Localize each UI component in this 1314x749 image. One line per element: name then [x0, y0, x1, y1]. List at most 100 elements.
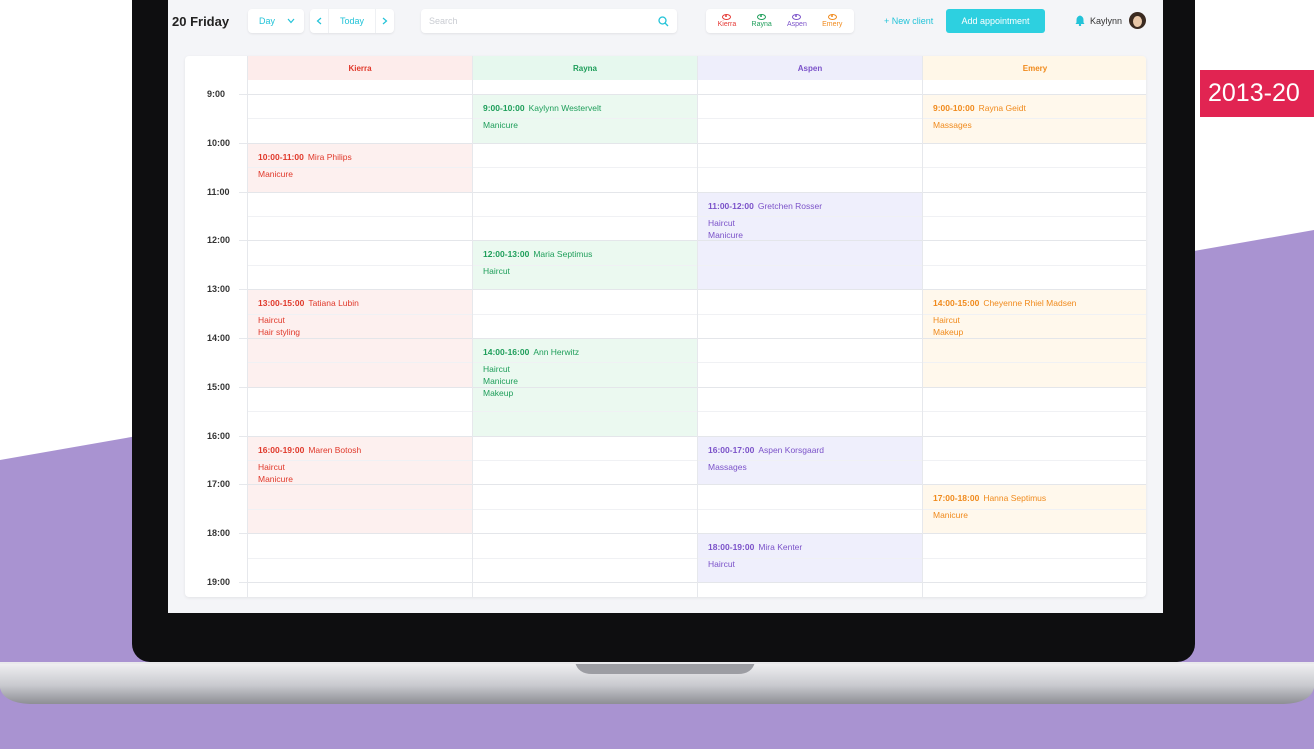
time-tick [239, 191, 247, 193]
half-hour-gridline [248, 362, 472, 364]
half-hour-gridline [248, 460, 472, 461]
appointment-client: Maria Septimus [533, 249, 593, 260]
today-button[interactable]: Today [328, 9, 376, 33]
appointment-title: 10:00-11:00 Mira Philips [258, 151, 472, 163]
time-tick [239, 386, 247, 388]
half-hour-gridline [698, 508, 922, 510]
appointment-client: Cheyenne Rhiel Madsen [983, 298, 1077, 309]
filter-aspen[interactable]: Aspen [787, 13, 807, 29]
search-placeholder: Search [429, 16, 458, 26]
appointment-service: Manicure [258, 473, 293, 484]
half-hour-gridline [698, 362, 922, 364]
appointment-services: Haircut Manicure [708, 217, 922, 241]
laptop-base [0, 662, 1314, 704]
add-appointment-button[interactable]: Add appointment [946, 9, 1045, 33]
hour-gridline [248, 191, 472, 193]
appointment-time: 14:00-16:00 [483, 347, 530, 357]
bell-icon[interactable] [1075, 15, 1085, 26]
appointment-services: Massages [708, 461, 922, 473]
avatar[interactable] [1129, 12, 1146, 29]
appointment-client: Tatiana Lubin [308, 298, 359, 309]
staff-column-kierra[interactable]: Kierra 10:00-11:00 Mira Philips Manicure 13:… [247, 56, 472, 597]
time-column: 9:00 10:00 11:00 12:00 13:00 14:00 15:00 16:00 1… [185, 56, 247, 597]
hour-gridline [698, 240, 922, 242]
half-hour-gridline [473, 460, 697, 461]
hour-gridline [923, 533, 1146, 535]
hour-gridline [698, 142, 922, 144]
appointment-title: 13:00-15:00 Tatiana Lubin [258, 297, 472, 309]
half-hour-gridline [473, 411, 697, 413]
appointment-time: 13:00-15:00 [258, 298, 305, 309]
hour-gridline [473, 386, 697, 388]
hour-gridline [473, 289, 697, 291]
half-hour-gridline [698, 557, 922, 559]
appointment-client: Maren Botosh [308, 444, 362, 455]
staff-column-header: Rayna [473, 56, 697, 80]
staff-column-aspen[interactable]: Aspen 11:00-12:00 Gretchen Rosser Haircut Ma… [697, 56, 922, 597]
appointment-client: Kaylynn Westervelt [528, 103, 602, 113]
filter-rayna[interactable]: Rayna [752, 13, 772, 29]
half-hour-gridline [248, 216, 472, 217]
hour-gridline [698, 386, 922, 388]
time-label: 19:00 [207, 577, 231, 587]
next-day-button[interactable] [376, 9, 394, 33]
appointment-title: 16:00-19:00 Maren Botosh [258, 444, 472, 456]
appointment-services: Haircut Makeup [933, 314, 1146, 338]
staff-column-emery[interactable]: Emery 9:00-10:00 Rayna Geidt Massages 14:00-… [922, 56, 1146, 597]
half-hour-gridline [698, 118, 922, 120]
hour-gridline [923, 484, 1146, 486]
half-hour-gridline [473, 216, 697, 217]
hour-gridline [248, 289, 472, 291]
half-hour-gridline [473, 118, 697, 120]
hour-gridline [698, 94, 922, 95]
appointment-service: Massages [708, 461, 747, 472]
half-hour-gridline [248, 264, 472, 266]
appointment-service: Manicure [933, 510, 968, 521]
half-hour-gridline [923, 216, 1146, 217]
prev-day-button[interactable] [310, 9, 328, 33]
half-hour-gridline [698, 460, 922, 461]
appointment-title: 14:00-15:00 Cheyenne Rhiel Madsen [933, 297, 1146, 309]
time-label: 18:00 [207, 528, 231, 539]
search-input[interactable]: Search [421, 9, 677, 33]
time-label: 14:00 [207, 333, 231, 343]
appointment-service: Haircut [933, 315, 960, 326]
filter-emery[interactable]: Emery [822, 13, 842, 29]
time-label: 13:00 [207, 284, 231, 295]
chevron-left-icon [316, 17, 322, 25]
half-hour-gridline [698, 264, 922, 266]
user-name[interactable]: Kaylynn [1090, 16, 1122, 26]
staff-column-header: Emery [923, 56, 1146, 80]
appointment-service: Hair styling [258, 327, 301, 338]
half-hour-gridline [248, 167, 472, 169]
half-hour-gridline [923, 460, 1146, 461]
appointment-client: Aspen Korsgaard [758, 444, 824, 455]
appointment-time: 9:00-10:00 [933, 103, 975, 113]
view-select[interactable]: Day [248, 9, 304, 33]
time-tick [239, 582, 247, 583]
time-label: 15:00 [207, 381, 231, 392]
toolbar: 20 Friday Day Today Search Kierra Rayna … [168, 0, 1163, 44]
time-label: 9:00 [207, 89, 226, 99]
view-select-label: Day [259, 16, 276, 26]
half-hour-gridline [923, 557, 1146, 559]
appointment-time: 16:00-19:00 [258, 444, 305, 455]
new-client-link[interactable]: + New client [884, 16, 933, 26]
year-range-tag: 2013-20 [1200, 70, 1314, 117]
appointment-service: Manicure [708, 229, 743, 240]
hour-gridline [923, 94, 1146, 95]
appointment-service: Haircut [258, 461, 285, 472]
half-hour-gridline [248, 313, 472, 315]
staff-column-rayna[interactable]: Rayna 9:00-10:00 Kaylynn Westervelt Manicur… [472, 56, 697, 597]
appointment-time: 18:00-19:00 [708, 542, 755, 553]
half-hour-gridline [473, 313, 697, 315]
hour-gridline [248, 435, 472, 437]
hour-gridline [698, 289, 922, 291]
current-date: 20 Friday [172, 14, 230, 29]
appointment-service: Massages [933, 120, 972, 130]
filter-kierra[interactable]: Kierra [718, 13, 736, 29]
half-hour-gridline [923, 118, 1146, 120]
hour-gridline [923, 386, 1146, 388]
time-tick [239, 289, 247, 291]
half-hour-gridline [473, 167, 697, 169]
